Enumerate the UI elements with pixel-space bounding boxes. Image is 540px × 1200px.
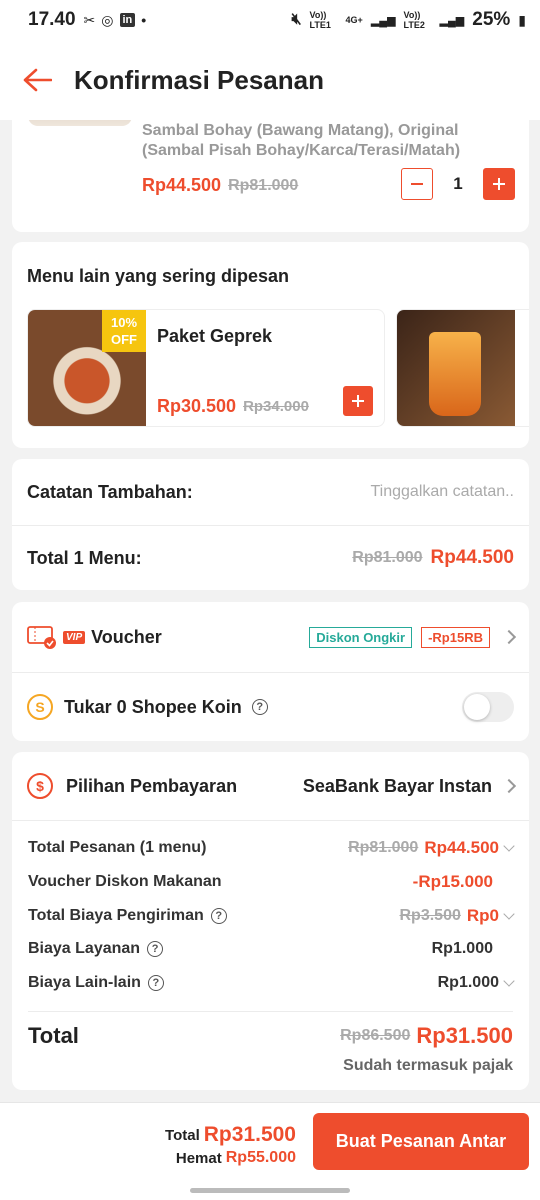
coin-label: Tukar 0 Shopee Koin bbox=[64, 696, 242, 717]
back-button[interactable] bbox=[0, 40, 74, 120]
dot-icon: • bbox=[141, 12, 147, 28]
item-variant: Sambal Bohay (Bawang Matang), Original bbox=[142, 122, 459, 139]
signal-icon-2: ▂▄▆ bbox=[439, 14, 465, 27]
payment-method-value: SeaBank Bayar Instan bbox=[302, 775, 492, 796]
plus-icon bbox=[493, 178, 505, 190]
summary-other-fee-label: Biaya Lain-lain bbox=[28, 974, 141, 991]
status-time: 17.40 bbox=[28, 9, 76, 30]
payment-label: Pilihan Pembayaran bbox=[66, 775, 238, 796]
coin-toggle-knob bbox=[464, 694, 490, 720]
signal-icon: ▂▄▆ bbox=[370, 14, 396, 27]
place-order-button[interactable]: Buat Pesanan Antar bbox=[313, 1113, 529, 1170]
chevron-down-icon[interactable] bbox=[503, 908, 515, 920]
back-arrow-icon bbox=[23, 68, 52, 92]
quantity-value: 1 bbox=[453, 174, 463, 193]
discount-badge: 10% OFF bbox=[102, 310, 146, 352]
summary-voucher-label: Voucher Diskon Makanan bbox=[28, 873, 222, 890]
recommended-item-original-price: Rp34.000 bbox=[243, 398, 309, 415]
chevron-right-icon bbox=[501, 629, 517, 645]
sim2-indicator: Vo)) LTE2 bbox=[403, 10, 425, 30]
bottom-savings-label: Hemat bbox=[175, 1149, 222, 1167]
bottom-savings-value: Rp55.000 bbox=[225, 1149, 296, 1166]
free-shipping-voucher-tag: Diskon Ongkir bbox=[309, 626, 413, 648]
item-price: Rp44.500 bbox=[142, 175, 222, 195]
help-icon[interactable]: ? bbox=[251, 699, 268, 715]
help-icon[interactable]: ? bbox=[147, 975, 164, 991]
checkout-bar: Total Rp31.500 Hemat Rp55.000 Buat Pesan… bbox=[0, 1102, 540, 1200]
notification-icons: ✂ ◎ in • bbox=[84, 12, 147, 29]
voucher-card: VIP Voucher Diskon Ongkir -Rp15RB S Tuka… bbox=[12, 602, 529, 741]
coin-toggle[interactable] bbox=[462, 692, 514, 722]
chevron-right-icon bbox=[501, 778, 517, 794]
recommendation-title: Menu lain yang sering dipesan bbox=[27, 266, 290, 286]
chevron-down-icon[interactable] bbox=[503, 840, 515, 852]
payment-icon: $ bbox=[27, 773, 53, 799]
discount-badge-percent: 10% bbox=[110, 315, 138, 330]
plus-icon bbox=[352, 395, 364, 407]
linkedin-icon: in bbox=[119, 13, 136, 27]
summary-total-label: Total bbox=[28, 1023, 79, 1048]
summary-service-fee-value: Rp1.000 bbox=[431, 940, 493, 957]
discount-badge-off: OFF bbox=[111, 332, 137, 347]
bottom-total-label: Total bbox=[165, 1126, 200, 1144]
voucher-row[interactable]: VIP Voucher Diskon Ongkir -Rp15RB bbox=[12, 602, 529, 672]
notes-input[interactable]: Tinggalkan catatan.. bbox=[371, 483, 515, 501]
total-menu-original: Rp81.000 bbox=[352, 549, 423, 566]
battery-icon: ▮ bbox=[518, 11, 526, 28]
help-icon[interactable]: ? bbox=[147, 941, 164, 957]
summary-service-fee-label: Biaya Layanan bbox=[28, 940, 141, 957]
recommended-item-next[interactable] bbox=[396, 309, 529, 427]
page-header: Konfirmasi Pesanan bbox=[0, 40, 540, 120]
item-original-price: Rp81.000 bbox=[228, 176, 299, 194]
battery-level: 25% bbox=[472, 9, 511, 30]
increase-quantity-button[interactable] bbox=[483, 168, 515, 200]
bottom-total-value: Rp31.500 bbox=[203, 1123, 296, 1146]
recommendation-card: Menu lain yang sering dipesan 10% OFF Pa… bbox=[12, 242, 529, 448]
summary-voucher-value: -Rp15.000 bbox=[412, 872, 493, 891]
page-title: Konfirmasi Pesanan bbox=[74, 64, 324, 95]
summary-shipping-label: Total Biaya Pengiriman bbox=[28, 907, 204, 924]
mute-icon: 🔇︎ bbox=[291, 11, 302, 28]
vip-badge: VIP bbox=[63, 630, 86, 644]
status-bar: 17.40 ✂ ◎ in • 🔇︎ Vo)) LTE1 4G+ ▂▄▆ Vo))… bbox=[0, 0, 540, 40]
total-menu-price: Rp44.500 bbox=[430, 547, 514, 568]
recommended-item-name: Paket Geprek bbox=[157, 326, 273, 346]
help-icon[interactable]: ? bbox=[210, 908, 227, 924]
recommended-item[interactable]: 10% OFF Paket Geprek Rp30.500 Rp34.000 bbox=[27, 309, 385, 427]
summary-order-total-value: Rp44.500 bbox=[424, 838, 499, 857]
chevron-down-icon[interactable] bbox=[503, 975, 515, 987]
home-indicator bbox=[190, 1188, 350, 1193]
add-recommended-item-button[interactable] bbox=[343, 386, 373, 416]
tax-note: Sudah termasuk pajak bbox=[343, 1057, 513, 1074]
total-menu-label: Total 1 Menu: bbox=[27, 547, 142, 568]
item-variant-detail: (Sambal Pisah Bohay/Karca/Terasi/Matah) bbox=[142, 142, 461, 159]
summary-order-total-label: Total Pesanan (1 menu) bbox=[28, 839, 207, 856]
notes-label: Catatan Tambahan: bbox=[27, 481, 193, 502]
capcut-icon: ✂ bbox=[83, 11, 96, 28]
sim1-indicator: Vo)) LTE1 bbox=[309, 10, 331, 30]
summary-total-original: Rp86.500 bbox=[340, 1027, 411, 1044]
voucher-ticket-icon bbox=[27, 626, 56, 649]
network-indicator: 4G+ bbox=[345, 15, 363, 25]
shopee-coin-icon: S bbox=[27, 694, 53, 720]
summary-order-total-original: Rp81.000 bbox=[348, 839, 419, 856]
recommended-item-price: Rp30.500 bbox=[157, 396, 237, 416]
discount-voucher-tag: -Rp15RB bbox=[421, 626, 490, 648]
summary-other-fee-value: Rp1.000 bbox=[437, 974, 499, 991]
voucher-label: Voucher bbox=[91, 626, 162, 647]
summary-shipping-original: Rp3.500 bbox=[399, 907, 461, 924]
payment-card: $ Pilihan Pembayaran SeaBank Bayar Insta… bbox=[12, 752, 529, 1090]
notes-card: Catatan Tambahan: Tinggalkan catatan.. T… bbox=[12, 459, 529, 590]
whatsapp-icon: ◎ bbox=[101, 11, 114, 28]
minus-icon bbox=[411, 183, 423, 185]
summary-shipping-value: Rp0 bbox=[466, 906, 499, 925]
summary-total-value: Rp31.500 bbox=[416, 1023, 513, 1048]
decrease-quantity-button[interactable] bbox=[401, 168, 433, 200]
recommended-item-next-image bbox=[397, 310, 515, 426]
payment-method-row[interactable]: $ Pilihan Pembayaran SeaBank Bayar Insta… bbox=[12, 752, 529, 820]
